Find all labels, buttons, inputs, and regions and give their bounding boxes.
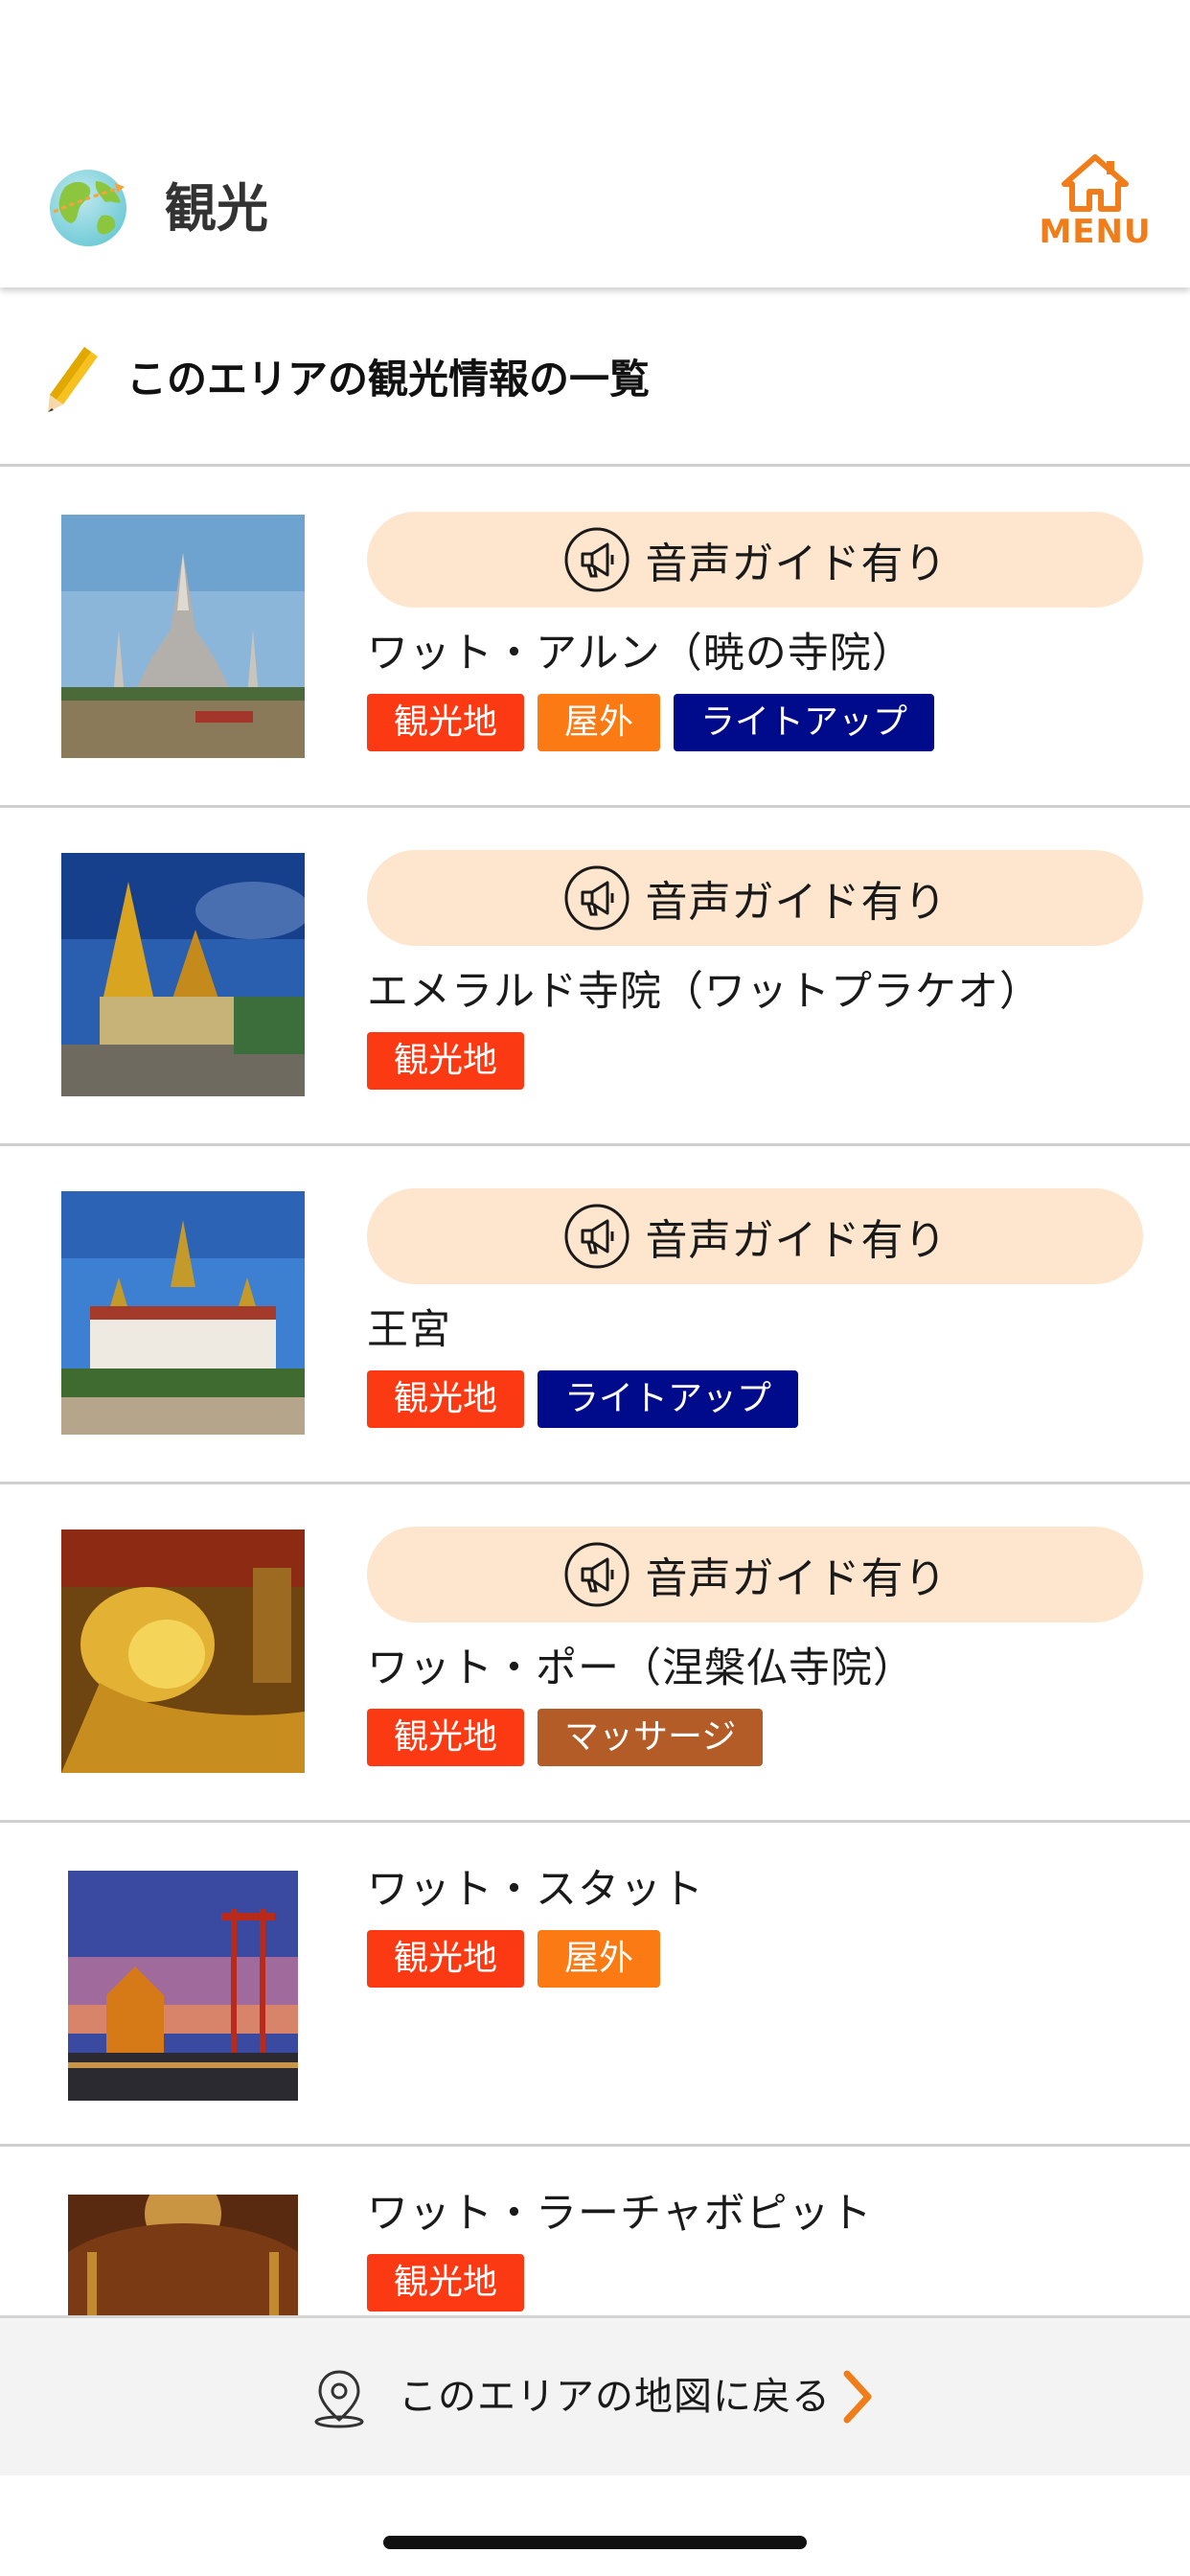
section-title: このエリアの観光情報の一覧 (126, 356, 651, 402)
menu-button[interactable]: MENU (1033, 153, 1157, 264)
tag-group: 観光地 ライトアップ (367, 1370, 1144, 1428)
tag: 観光地 (367, 1709, 525, 1766)
audio-guide-badge[interactable]: 音声ガイド有り (367, 850, 1143, 946)
megaphone-icon (564, 527, 629, 592)
thumbnail-wat-arun (61, 515, 305, 758)
pencil-icon (48, 347, 98, 412)
tag: 観光地 (367, 2254, 525, 2312)
audio-guide-label: 音声ガイド有り (645, 540, 948, 588)
audio-guide-label: 音声ガイド有り (645, 878, 948, 927)
list-item[interactable]: 音声ガイド有り ワット・アルン（暁の寺院） 観光地 屋外 ライトアップ (0, 470, 1190, 808)
tag: 観光地 (367, 1370, 525, 1428)
thumbnail-grand-palace (61, 1191, 305, 1435)
tag-group: 観光地 屋外 (367, 1930, 1144, 1988)
tag: 屋外 (538, 1930, 661, 1988)
tag: ライトアップ (674, 694, 935, 751)
list-item[interactable]: ワット・スタット 観光地 屋外 (0, 1823, 1190, 2147)
tag: 観光地 (367, 694, 525, 751)
home-indicator[interactable] (383, 2536, 807, 2549)
thumbnail-wat-suthat (68, 1871, 298, 2101)
page-title: 観光 (165, 178, 268, 239)
tag: 観光地 (367, 1032, 525, 1090)
megaphone-icon (564, 1204, 629, 1269)
item-name: エメラルド寺院（ワットプラケオ） (367, 968, 1041, 1016)
thumbnail-emerald-temple (61, 853, 305, 1096)
tag-group: 観光地 (367, 2254, 1144, 2312)
tag-group: 観光地 (367, 1032, 1144, 1090)
megaphone-icon (564, 1542, 629, 1607)
item-name: ワット・スタット (367, 1866, 704, 1914)
globe-icon (50, 170, 126, 246)
list-item[interactable]: 音声ガイド有り ワット・ポー（涅槃仏寺院） 観光地 マッサージ (0, 1484, 1190, 1823)
thumbnail-wat-pho (61, 1530, 305, 1773)
menu-label: MENU (1039, 213, 1152, 251)
list-item[interactable]: 音声ガイド有り エメラルド寺院（ワットプラケオ） 観光地 (0, 808, 1190, 1146)
tag: 屋外 (538, 694, 661, 751)
back-to-map-label: このエリアの地図に戻る (399, 2375, 831, 2419)
megaphone-icon (564, 865, 629, 931)
audio-guide-badge[interactable]: 音声ガイド有り (367, 1188, 1143, 1284)
audio-guide-badge[interactable]: 音声ガイド有り (367, 1527, 1143, 1622)
section-header: このエリアの観光情報の一覧 (0, 288, 1190, 467)
item-name: 王宮 (367, 1306, 451, 1354)
audio-guide-label: 音声ガイド有り (645, 1554, 948, 1603)
tag-group: 観光地 屋外 ライトアップ (367, 694, 1144, 751)
list-item[interactable]: ワット・ラーチャボピット 観光地 (0, 2147, 1190, 2315)
audio-guide-label: 音声ガイド有り (645, 1216, 948, 1265)
app-header: 観光 MENU (0, 0, 1190, 288)
item-name: ワット・ラーチャボピット (367, 2190, 873, 2238)
map-pin-icon (314, 2370, 364, 2428)
home-icon (1062, 154, 1129, 212)
tag-group: 観光地 マッサージ (367, 1709, 1144, 1766)
item-name: ワット・ポー（涅槃仏寺院） (367, 1644, 915, 1692)
screen: 観光 MENU このエリアの観光情報の一覧 音声ガイド有り ワット・アルン（暁の… (0, 0, 1190, 2576)
chevron-right-icon (843, 2370, 872, 2424)
back-to-map-button[interactable]: このエリアの地図に戻る (0, 2315, 1190, 2475)
tag: ライトアップ (538, 1370, 799, 1428)
list-item[interactable]: 音声ガイド有り 王宮 観光地 ライトアップ (0, 1146, 1190, 1484)
item-name: ワット・アルン（暁の寺院） (367, 630, 914, 678)
tag: マッサージ (538, 1709, 764, 1766)
thumbnail-wat-ratchabophit (68, 2195, 298, 2315)
tag: 観光地 (367, 1930, 525, 1988)
sightseeing-list: 音声ガイド有り ワット・アルン（暁の寺院） 観光地 屋外 ライトアップ 音声ガイ… (0, 470, 1190, 2315)
audio-guide-badge[interactable]: 音声ガイド有り (367, 512, 1143, 608)
